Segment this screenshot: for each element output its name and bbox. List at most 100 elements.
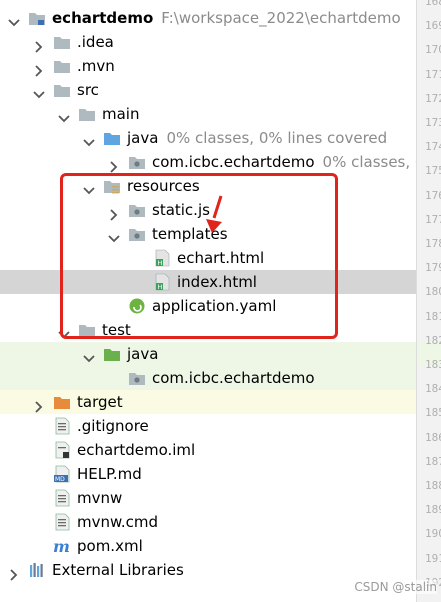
line-number: 185 [425,406,441,420]
chevron-right-icon[interactable] [33,36,43,53]
line-number: 176 [425,188,441,202]
item-hint: F:\workspace_2022\echartdemo [161,9,401,27]
folder-icon [53,81,71,99]
tree-row-main[interactable]: main [0,102,416,126]
line-number: 191 [425,551,441,565]
tree-row-iml[interactable]: echartdemo.iml [0,438,416,462]
tree-label: pom.xml [77,534,143,558]
tree-label: .idea [77,30,114,54]
tree-row-help[interactable]: MD HELP.md [0,462,416,486]
chevron-right-icon[interactable] [108,156,118,173]
item-name: echartdemo [52,9,154,27]
line-number: 187 [425,454,441,468]
tree-label: mvnw [77,486,122,510]
line-number: 173 [425,116,441,129]
line-number: 178 [425,237,441,250]
item-name: com.icbc.echartdemo [152,369,315,387]
watermark: CSDN @stalin [354,580,437,594]
line-number: 175 [425,164,441,178]
package-icon [128,153,146,171]
folder-icon [53,33,71,51]
tree-row-pkg-test[interactable]: com.icbc.echartdemo [0,366,416,390]
item-hint: 0% classes, 0% lines covered [166,129,388,147]
line-number: 172 [425,91,441,105]
item-name: com.icbc.echartdemo [152,153,315,171]
line-number: 177 [425,212,441,226]
text-file-icon [53,489,71,507]
tree-label: HELP.md [77,462,142,486]
tree-label: .mvn [77,54,115,78]
line-number: 183 [425,358,441,371]
tree-row-idea[interactable]: .idea [0,30,416,54]
text-file-icon [53,417,71,435]
excluded-folder-icon [53,393,71,411]
tree-row-mvn[interactable]: .mvn [0,54,416,78]
tree-label: java 0% classes, 0% lines covered [127,126,387,150]
chevron-down-icon[interactable] [58,108,70,123]
chevron-right-icon[interactable] [8,564,18,581]
tree-label: main [102,102,139,126]
line-number: 182 [425,333,441,347]
tree-label: mvnw.cmd [77,510,158,534]
svg-text:MD: MD [55,476,65,483]
tree-label: com.icbc.echartdemo 0% classes, 0% [152,150,439,174]
chevron-right-icon[interactable] [33,60,43,77]
item-name: echartdemo.iml [77,441,196,459]
chevron-down-icon[interactable] [83,132,95,147]
tree-row-pkg-main[interactable]: com.icbc.echartdemo 0% classes, 0% [0,150,439,174]
item-name: src [77,81,99,99]
chevron-down-icon[interactable] [8,12,20,27]
item-name: target [77,393,123,411]
line-number: 171 [425,67,441,81]
chevron-down-icon[interactable] [83,348,95,363]
chevron-right-icon[interactable] [33,396,43,413]
source-folder-icon [103,129,121,147]
svg-text:m: m [53,537,70,555]
line-number: 186 [425,430,441,444]
red-annotation-box [60,173,338,339]
tree-row-gitignore[interactable]: .gitignore [0,414,416,438]
tree-row-test-java[interactable]: java [0,342,416,366]
item-name: .mvn [77,57,115,75]
line-number: 188 [425,479,441,492]
tree-row-mvnw[interactable]: mvnw [0,486,416,510]
tree-label: echartdemo.iml [77,438,195,462]
tree-row-src[interactable]: src [0,78,416,102]
module-folder-icon [28,9,46,27]
item-name: pom.xml [77,537,143,555]
libraries-icon [28,561,46,579]
line-number: 174 [425,140,441,154]
tree-label: java [127,342,158,366]
tree-row-pom[interactable]: m pom.xml [0,534,416,558]
tree-row-java[interactable]: java 0% classes, 0% lines covered [0,126,416,150]
item-name: mvnw.cmd [77,513,159,531]
tree-label: echartdemo F:\workspace_2022\echartdemo [52,6,401,30]
line-number: 180 [425,285,441,299]
tree-row-root[interactable]: echartdemo F:\workspace_2022\echartdemo [0,6,416,30]
line-number: 181 [425,309,441,323]
line-number: 170 [425,43,441,57]
line-number: 179 [425,261,441,275]
tree-row-mvnw-cmd[interactable]: mvnw.cmd [0,510,416,534]
tree-row-ext-libs[interactable]: External Libraries [0,558,416,582]
tree-label: com.icbc.echartdemo [152,366,315,390]
line-number: 169 [425,19,441,33]
item-name: java [127,129,159,147]
chevron-down-icon[interactable] [33,84,45,99]
tree-label: External Libraries [52,558,184,582]
item-name: HELP.md [77,465,142,483]
item-name: main [102,105,140,123]
item-name: External Libraries [52,561,184,579]
tree-label: .gitignore [77,414,149,438]
text-file-icon [53,513,71,531]
tree-row-target[interactable]: target [0,390,416,414]
folder-icon [78,105,96,123]
md-file-icon: MD [53,465,71,483]
tree-label: target [77,390,123,414]
line-number: 190 [425,527,441,541]
item-name: java [127,345,159,363]
item-name: .idea [77,33,114,51]
package-icon [128,369,146,387]
test-folder-icon [103,345,121,363]
tree-label: src [77,78,99,102]
